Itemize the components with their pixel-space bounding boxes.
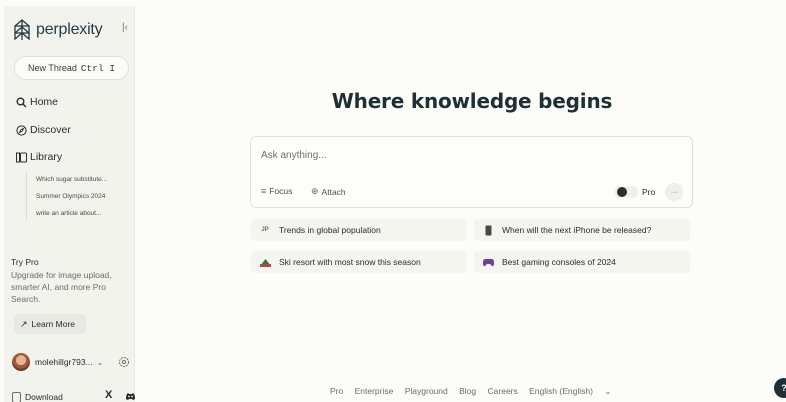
sidebar-item-label: Home: [30, 96, 59, 108]
language-selector[interactable]: English (English) ⌄: [529, 386, 620, 396]
chevron-down-icon: ⌄: [96, 357, 104, 367]
suggestion-label: Ski resort with most snow this season: [279, 257, 421, 267]
footer-link-pro[interactable]: Pro: [330, 386, 343, 396]
footer: Pro Enterprise Playground Blog Careers E…: [330, 386, 620, 397]
collapse-sidebar-icon[interactable]: |‹: [118, 21, 132, 35]
footer-link-careers[interactable]: Careers: [488, 386, 518, 396]
suggestion-item[interactable]: Ski resort with most snow this season: [251, 251, 467, 273]
suggestion-item[interactable]: JP Trends in global population: [251, 219, 467, 241]
sidebar-item-label: Library: [30, 151, 63, 163]
x-twitter-icon[interactable]: X: [105, 389, 112, 401]
search-icon: [15, 96, 27, 108]
user-menu[interactable]: molehillgr793... ⌄: [12, 352, 136, 372]
ski-icon: [259, 256, 271, 268]
sidebar: perplexity |‹ New Thread Ctrl I Home Dis…: [4, 6, 135, 402]
discord-icon[interactable]: [125, 392, 136, 401]
suggestion-label: Trends in global population: [279, 225, 381, 235]
library-thread-list: Which sugar substitute... Summer Olympic…: [26, 171, 130, 222]
app-window: perplexity |‹ New Thread Ctrl I Home Dis…: [0, 0, 786, 402]
compass-icon: [15, 124, 27, 136]
download-icon: [12, 391, 21, 402]
focus-button[interactable]: ≡ Focus: [261, 186, 292, 196]
library-icon: [15, 151, 27, 163]
help-button[interactable]: ?: [774, 378, 786, 398]
logo[interactable]: perplexity |‹: [12, 17, 132, 43]
chevron-down-icon: ⌄: [604, 386, 612, 396]
library-thread-item[interactable]: Which sugar substitute...: [27, 171, 130, 188]
plus-circle-icon: ⊕: [311, 186, 319, 196]
new-thread-shortcut: Ctrl I: [80, 62, 116, 74]
perplexity-logo-icon: [14, 19, 30, 41]
phone-icon: [482, 224, 494, 236]
pro-toggle[interactable]: [614, 186, 638, 198]
try-pro-panel: Try Pro Upgrade for image upload, smarte…: [11, 257, 133, 305]
sidebar-footer: Download X: [12, 389, 136, 402]
filter-icon: ≡: [261, 186, 267, 196]
submit-button[interactable]: →: [665, 183, 683, 201]
new-thread-label: New Thread: [28, 63, 77, 73]
ask-box: ≡ Focus ⊕ Attach Pro →: [250, 136, 693, 208]
user-name: molehillgr793...: [35, 357, 93, 367]
footer-link-enterprise[interactable]: Enterprise: [355, 386, 394, 396]
language-label: English (English): [529, 386, 593, 396]
learn-more-button[interactable]: ↗ Learn More: [14, 314, 86, 334]
suggestion-badge: JP: [261, 227, 269, 233]
try-pro-title: Try Pro: [11, 257, 39, 267]
sidebar-item-home[interactable]: Home: [15, 94, 58, 110]
new-thread-button[interactable]: New Thread Ctrl I: [14, 56, 129, 80]
learn-more-label: Learn More: [31, 319, 76, 329]
focus-label: Focus: [269, 186, 293, 196]
suggestion-label: When will the next iPhone be released?: [502, 225, 652, 235]
sidebar-item-label: Discover: [30, 124, 71, 136]
suggestion-item[interactable]: When will the next iPhone be released?: [474, 219, 690, 241]
library-thread-item[interactable]: write an article about...: [27, 205, 130, 222]
gear-icon[interactable]: [118, 356, 130, 368]
arrow-up-right-icon: ↗: [20, 318, 28, 329]
attach-button[interactable]: ⊕ Attach: [311, 186, 346, 197]
attach-label: Attach: [321, 186, 346, 197]
page-title: Where knowledge begins: [331, 89, 613, 113]
suggestion-label: Best gaming consoles of 2024: [502, 257, 616, 267]
avatar: [12, 353, 30, 371]
pro-label: Pro: [642, 187, 656, 197]
footer-link-blog[interactable]: Blog: [459, 386, 476, 396]
footer-link-playground[interactable]: Playground: [405, 386, 448, 396]
suggestion-item[interactable]: Best gaming consoles of 2024: [474, 251, 690, 273]
brand-name: perplexity: [36, 21, 103, 38]
gamepad-icon: [482, 256, 494, 268]
library-thread-item[interactable]: Summer Olympics 2024: [27, 188, 130, 205]
sidebar-item-library[interactable]: Library: [15, 149, 62, 165]
arrow-right-icon: →: [669, 186, 679, 197]
try-pro-description: Upgrade for image upload, smarter AI, an…: [11, 270, 112, 304]
download-link[interactable]: Download: [25, 392, 63, 402]
sidebar-item-discover[interactable]: Discover: [15, 122, 71, 138]
ask-input[interactable]: [261, 147, 681, 163]
toggle-knob: [617, 187, 627, 197]
